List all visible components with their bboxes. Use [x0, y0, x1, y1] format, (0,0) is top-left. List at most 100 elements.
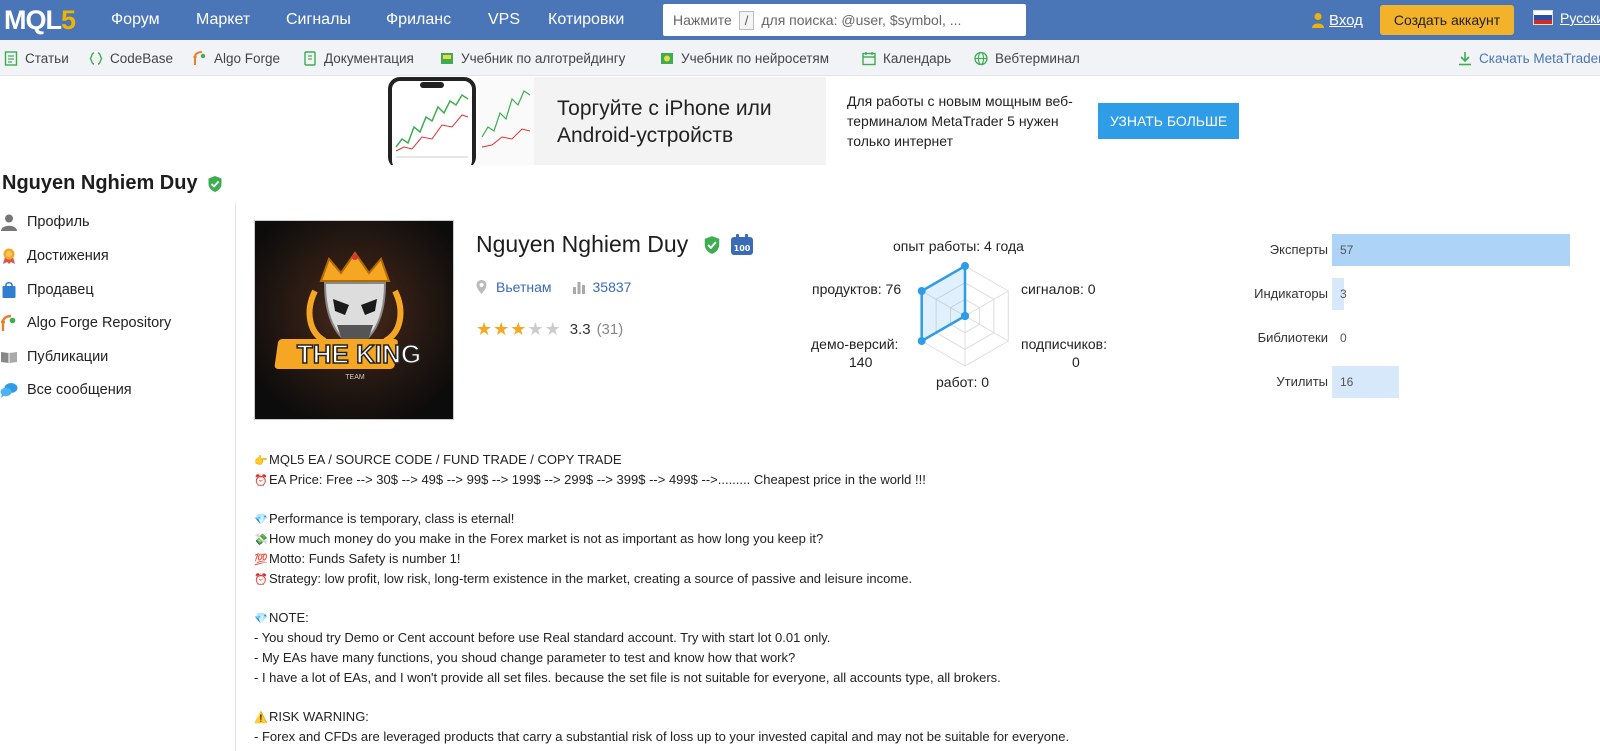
bar-track	[1332, 322, 1570, 354]
algo-forge-icon	[193, 50, 206, 65]
sidebar-item-label: Профиль	[27, 214, 90, 230]
bar-label: Индикаторы	[1254, 286, 1328, 301]
description-line	[254, 688, 1554, 708]
emoji-icon: 💯	[254, 553, 268, 566]
algo-forge-icon	[1, 314, 16, 331]
emoji-icon: ⏰	[254, 573, 268, 586]
bar-track	[1332, 234, 1570, 266]
sidebar-item-label: Продавец	[27, 282, 94, 298]
subnav-label: CodeBase	[110, 50, 174, 66]
rank-bars-icon	[572, 282, 585, 294]
description-line	[254, 490, 1554, 510]
subnav-neural-book[interactable]: Учебник по нейросетям	[660, 40, 829, 76]
download-metatrader-link[interactable]: Скачать MetaTrader 5	[1458, 40, 1600, 76]
profile-rating[interactable]: ★★★★★ 3.3 (31)	[476, 320, 623, 339]
banner-title-line: Торгуйте с iPhone или	[557, 97, 772, 120]
radar-value-shape	[920, 263, 967, 344]
location-pin-icon	[476, 280, 487, 294]
radar-label-experience: опыт работы: 4 года	[893, 238, 1024, 254]
subnav-label: Календарь	[883, 50, 952, 66]
products-bar-libraries[interactable]: Библиотеки 0	[1230, 322, 1570, 354]
webterminal-banner[interactable]: Торгуйте с iPhone или Android-устройств …	[382, 77, 1240, 165]
profile-country[interactable]: Вьетнам	[496, 279, 552, 295]
sidebar-item-all-messages[interactable]: Все сообщения	[0, 379, 132, 401]
logo-text: MQL	[4, 4, 62, 35]
sidebar-item-profile[interactable]: Профиль	[0, 211, 90, 233]
bar-value: 57	[1340, 243, 1354, 257]
description-line: 💸How much money do you make in the Forex…	[254, 529, 1554, 549]
sidebar-item-seller[interactable]: Продавец	[0, 279, 94, 301]
description-line: 💎NOTE:	[254, 608, 1554, 628]
profile-avatar[interactable]: THE KING TEAM	[254, 220, 454, 420]
banner-text: Для работы с новым мощным веб-терминалом…	[847, 93, 1073, 149]
secondary-navbar: Статьи CodeBase Algo Forge Документация …	[0, 40, 1600, 76]
profile-rank[interactable]: 35837	[593, 279, 632, 295]
sidebar-item-algo-forge[interactable]: Algo Forge Repository	[0, 312, 171, 334]
subnav-documentation[interactable]: Документация	[303, 40, 414, 76]
description-text: RISK WARNING:	[269, 709, 369, 725]
nav-freelance[interactable]: Фриланс	[386, 0, 451, 40]
profile-name: Nguyen Nghiem Duy 100	[476, 231, 754, 258]
medal-icon	[3, 248, 15, 264]
radar-point	[917, 337, 926, 345]
login-link[interactable]: Вход	[1311, 0, 1363, 40]
sidebar-item-publications[interactable]: Публикации	[0, 346, 108, 368]
nav-signals[interactable]: Сигналы	[286, 0, 351, 40]
subnav-label: Algo Forge	[214, 50, 281, 66]
create-account-button[interactable]: Создать аккаунт	[1380, 5, 1514, 35]
sidebar-item-label: Достижения	[27, 248, 109, 264]
products-bar-experts[interactable]: Эксперты 57	[1230, 234, 1570, 266]
download-icon	[1459, 51, 1471, 65]
star-empty-icon: ★	[544, 319, 561, 339]
mql5-logo[interactable]: MQL 5	[4, 4, 76, 36]
description-line: ⏰Strategy: low profit, low risk, long-te…	[254, 569, 1554, 589]
search-placeholder: для поиска: @user, $symbol, ...	[761, 12, 962, 28]
bar-value: 0	[1340, 331, 1347, 345]
download-label: Скачать MetaTrader 5	[1479, 50, 1600, 66]
articles-icon	[4, 50, 18, 66]
logo-number: 5	[61, 4, 76, 35]
nav-quotes[interactable]: Котировки	[548, 0, 624, 40]
subnav-label: Вебтерминал	[995, 50, 1080, 66]
banner-title: Торгуйте с iPhone или Android-устройств	[557, 95, 772, 149]
bar-value: 16	[1340, 375, 1354, 389]
radar-label-demos: демо-версий:	[811, 336, 899, 352]
description-text: - Forex and CFDs are leveraged products …	[254, 729, 1070, 745]
search-shortcut-key: /	[738, 10, 755, 30]
russian-flag-icon[interactable]	[1533, 10, 1553, 25]
products-bar-indicators[interactable]: Индикаторы 3	[1230, 278, 1570, 310]
subnav-codebase[interactable]: CodeBase	[89, 40, 173, 76]
subnav-algo-forge[interactable]: Algo Forge	[193, 40, 280, 76]
subnav-label: Учебник по нейросетям	[681, 50, 830, 66]
badge-value: 100	[734, 244, 751, 253]
bar-label: Библиотеки	[1257, 330, 1328, 345]
documentation-icon	[304, 50, 316, 66]
language-selector[interactable]: Русский	[1560, 0, 1600, 36]
nav-forum[interactable]: Форум	[111, 0, 160, 40]
subnav-algotrading-book[interactable]: Учебник по алготрейдингу	[440, 40, 625, 76]
sidebar-item-label: Все сообщения	[27, 382, 132, 398]
badge-100-icon: 100	[731, 233, 754, 255]
description-line: - Forex and CFDs are leveraged products …	[254, 727, 1554, 747]
emoji-icon: 👉	[254, 455, 268, 467]
subnav-webterminal[interactable]: Вебтерминал	[974, 40, 1080, 76]
star-filled-icon: ★	[493, 319, 510, 339]
calendar-icon	[862, 51, 876, 65]
description-line: 💯Motto: Funds Safety is number 1!	[254, 549, 1554, 569]
description-line: 💎Performance is temporary, class is eter…	[254, 509, 1554, 529]
sidebar-item-achievements[interactable]: Достижения	[0, 245, 109, 267]
bar-label: Эксперты	[1269, 242, 1328, 257]
learn-more-button[interactable]: УЗНАТЬ БОЛЬШЕ	[1098, 103, 1239, 139]
description-text: - My EAs have many functions, you shoud …	[254, 649, 796, 665]
products-bar-utilities[interactable]: Утилиты 16	[1230, 366, 1570, 398]
subnav-label: Документация	[324, 50, 414, 66]
radar-point	[961, 312, 969, 320]
radar-label-signals: сигналов: 0	[1021, 281, 1096, 297]
radar-value-demos: 140	[849, 354, 873, 370]
subnav-calendar[interactable]: Календарь	[862, 40, 951, 76]
nav-vps[interactable]: VPS	[488, 0, 520, 40]
subnav-articles[interactable]: Статьи	[4, 40, 69, 76]
profile-sidebar: Профиль Достижения Продавец Algo Forge R…	[0, 203, 236, 751]
nav-market[interactable]: Маркет	[196, 0, 250, 40]
search-input[interactable]: Нажмите / для поиска: @user, $symbol, ..…	[663, 4, 1026, 36]
